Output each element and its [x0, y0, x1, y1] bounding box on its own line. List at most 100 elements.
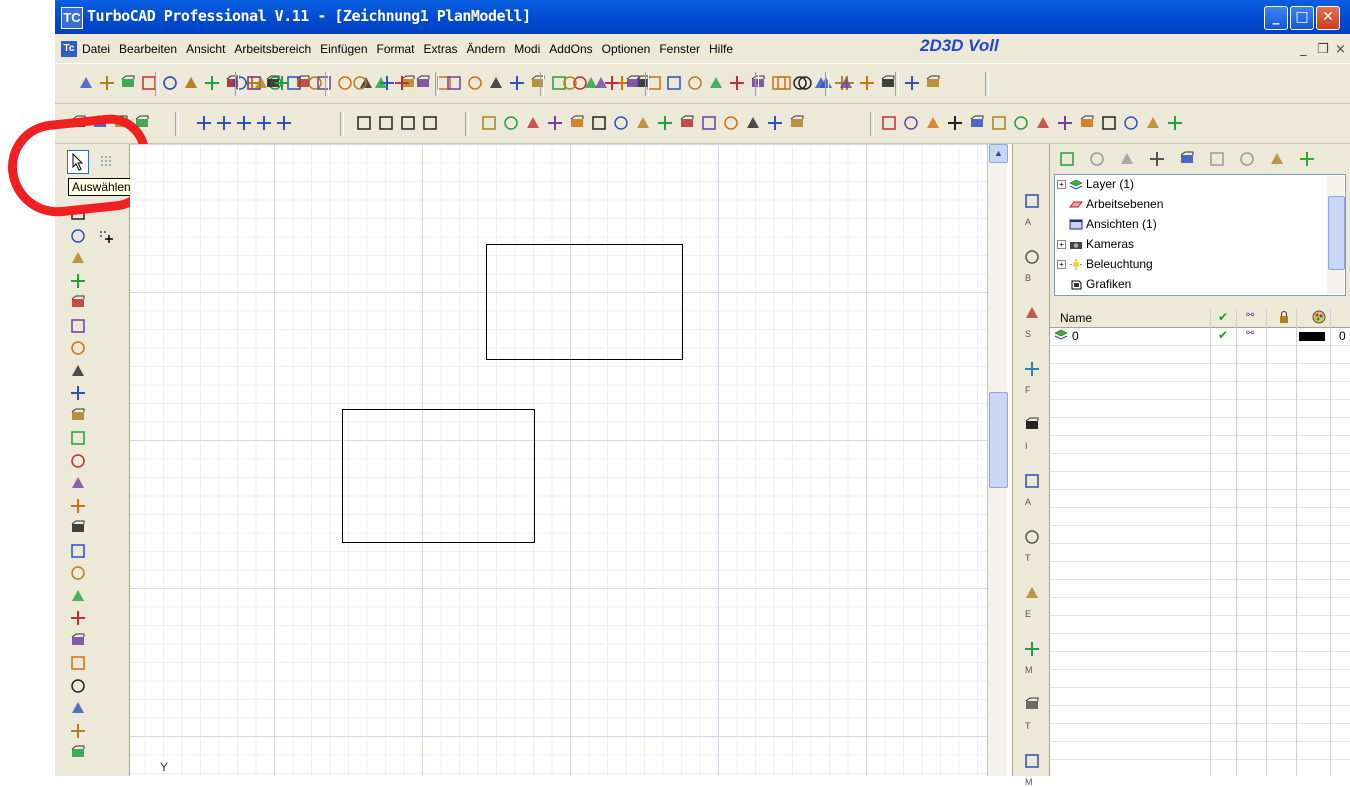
menu-item[interactable]: Fenster [659, 42, 700, 56]
toolbar-tool-icon[interactable] [775, 74, 793, 92]
toolbar-tool-icon[interactable] [744, 114, 762, 132]
toolbar-tool-icon[interactable] [766, 114, 784, 132]
visible-column-icon[interactable]: ✔ [1218, 310, 1228, 324]
toolbar-tool-icon[interactable] [858, 74, 876, 92]
title-bar[interactable]: TC TurboCAD Professional V.11 - [Zeichnu… [55, 0, 1350, 34]
menu-item[interactable]: Ändern [467, 42, 506, 56]
minimize-button[interactable]: _ [1264, 6, 1288, 30]
toolbar-tool-icon[interactable] [1078, 114, 1096, 132]
panel-tool-icon[interactable] [1088, 150, 1106, 168]
menu-item[interactable]: Datei [82, 42, 110, 56]
menu-item[interactable]: AddOns [549, 42, 592, 56]
toolbar-tool-icon[interactable] [273, 74, 291, 92]
editable-column-icon[interactable]: ⚯ [1246, 310, 1254, 321]
scroll-up-button[interactable]: ▲ [989, 144, 1008, 163]
layer-table[interactable]: Name ✔ ⚯ 0 ✔ ⚯ 0 [1050, 309, 1350, 776]
toolbar-tool-icon[interactable] [1034, 114, 1052, 132]
side-tab-label[interactable]: M [1025, 777, 1033, 787]
toolbar-tool-icon[interactable] [195, 114, 213, 132]
toolbar-tool-icon[interactable] [728, 74, 746, 92]
editable-icon[interactable]: ⚯ [1246, 328, 1254, 339]
toolbar-tool-icon[interactable] [700, 114, 718, 132]
toolbar-tool-icon[interactable] [903, 74, 921, 92]
table-row[interactable]: 0 ✔ ⚯ 0 [1050, 328, 1350, 345]
toolbar-tool-icon[interactable] [215, 114, 233, 132]
toolbar-tool-icon[interactable] [182, 74, 200, 92]
drawing-tool-icon[interactable] [69, 654, 87, 672]
drawing-tool-icon[interactable] [69, 519, 87, 537]
toolbar-tool-icon[interactable] [98, 74, 116, 92]
panel-tool-icon[interactable] [1298, 150, 1316, 168]
maximize-button[interactable]: □ [1290, 6, 1314, 30]
menu-item[interactable]: Ansicht [186, 42, 225, 56]
panel-tool-icon[interactable] [1148, 150, 1166, 168]
menu-item[interactable]: Modi [514, 42, 540, 56]
toolbar-tool-icon[interactable] [686, 74, 704, 92]
toolbar-tool-icon[interactable] [902, 114, 920, 132]
toolbar-tool-icon[interactable] [414, 74, 432, 92]
toolbar-tool-icon[interactable] [1144, 114, 1162, 132]
toolbar-tool-icon[interactable] [837, 74, 855, 92]
drawing-tool-icon[interactable] [69, 339, 87, 357]
expand-icon[interactable]: + [1057, 180, 1066, 190]
drawing-tool-icon[interactable] [69, 429, 87, 447]
toolbar-tool-icon[interactable] [612, 114, 630, 132]
toolbar-tool-icon[interactable] [1012, 114, 1030, 132]
toolbar-tool-icon[interactable] [568, 114, 586, 132]
drawing-tool-icon[interactable] [69, 497, 87, 515]
toolbar-tool-icon[interactable] [508, 74, 526, 92]
panel-tool-icon[interactable] [1238, 150, 1256, 168]
toolbar-tool-icon[interactable] [275, 114, 293, 132]
toolbar-tool-icon[interactable] [546, 114, 564, 132]
toolbar-tool-icon[interactable] [203, 74, 221, 92]
drawing-canvas[interactable] [130, 144, 987, 776]
toolbar-tool-icon[interactable] [119, 74, 137, 92]
color-column-icon[interactable] [1312, 310, 1326, 327]
toolbar-tool-icon[interactable] [1122, 114, 1140, 132]
drawing-tool-icon[interactable] [69, 632, 87, 650]
toolbar-tool-icon[interactable] [924, 74, 942, 92]
toolbar-tool-icon[interactable] [582, 74, 600, 92]
visible-check-icon[interactable]: ✔ [1218, 328, 1228, 342]
rectangle-shape[interactable] [342, 409, 535, 543]
expand-icon[interactable]: + [1057, 240, 1066, 250]
side-tab-icon[interactable] [1023, 528, 1041, 546]
drawing-tool-icon[interactable] [69, 362, 87, 380]
toolbar-tool-icon[interactable] [161, 74, 179, 92]
toolbar-tool-icon[interactable] [255, 114, 273, 132]
drawing-tool-icon[interactable] [69, 227, 87, 245]
toolbar-tool-icon[interactable] [235, 114, 253, 132]
expand-icon[interactable]: + [1057, 260, 1066, 270]
drawing-tool-icon[interactable] [69, 294, 87, 312]
lock-column-icon[interactable] [1278, 310, 1290, 327]
toolbar-tool-icon[interactable] [707, 74, 725, 92]
toolbar-tool-icon[interactable] [480, 114, 498, 132]
toolbar-tool-icon[interactable] [678, 114, 696, 132]
drawing-tool-icon[interactable] [69, 564, 87, 582]
toolbar-tool-icon[interactable] [466, 74, 484, 92]
drawing-tool-icon[interactable] [69, 542, 87, 560]
tree-item[interactable]: + Layer (1) [1057, 177, 1134, 191]
toolbar-tool-icon[interactable] [377, 114, 395, 132]
panel-tool-icon[interactable] [1118, 150, 1136, 168]
name-column-header[interactable]: Name [1060, 311, 1092, 325]
toolbar-tool-icon[interactable] [990, 114, 1008, 132]
toolbar-tool-icon[interactable] [561, 74, 579, 92]
toolbar-tool-icon[interactable] [399, 114, 417, 132]
drawing-tool-icon[interactable] [69, 272, 87, 290]
drawing-tool-icon[interactable] [69, 587, 87, 605]
side-tab-label[interactable]: A [1025, 497, 1031, 507]
toolbar-tool-icon[interactable] [524, 114, 542, 132]
tree-item[interactable]: + Beleuchtung [1057, 257, 1153, 271]
drawing-tool-icon[interactable] [69, 474, 87, 492]
drawing-tool-icon[interactable] [69, 249, 87, 267]
toolbar-tool-icon[interactable] [722, 114, 740, 132]
toolbar-tool-icon[interactable] [77, 74, 95, 92]
panel-tool-icon[interactable] [1208, 150, 1226, 168]
side-tab-icon[interactable] [1023, 360, 1041, 378]
rectangle-shape[interactable] [486, 244, 683, 360]
close-button[interactable]: ✕ [1316, 6, 1340, 30]
toolbar-tool-icon[interactable] [590, 114, 608, 132]
app-icon[interactable]: TC [61, 7, 83, 29]
side-tab-label[interactable]: A [1025, 217, 1031, 227]
